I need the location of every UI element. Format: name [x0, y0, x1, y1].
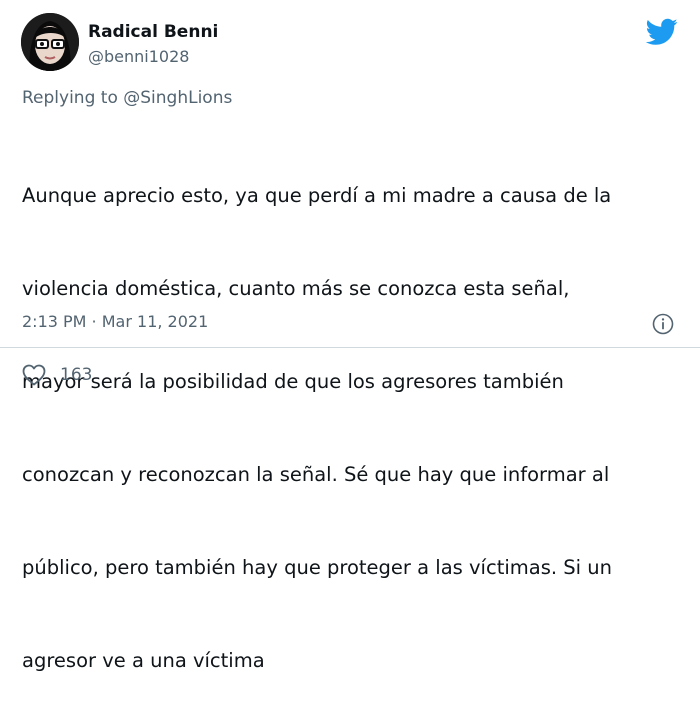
- author-handle[interactable]: @benni1028: [88, 47, 189, 66]
- heart-icon: [22, 364, 46, 386]
- tweet-line: violencia doméstica, cuanto más se conoz…: [22, 277, 570, 300]
- author-name[interactable]: Radical Benni: [88, 22, 218, 42]
- tweet-date: Mar 11, 2021: [101, 312, 209, 331]
- like-count: 163: [60, 365, 93, 385]
- tweet-line: mayor será la posibilidad de que los agr…: [22, 370, 564, 393]
- twitter-bird-icon[interactable]: [645, 18, 678, 46]
- reply-prefix: Replying to: [22, 88, 124, 108]
- tweet-text: Aunque aprecio esto, ya que perdí a mi m…: [22, 118, 694, 707]
- meta-separator: ·: [86, 312, 102, 331]
- replying-to: Replying to @SinghLions: [22, 88, 232, 108]
- reply-to-link[interactable]: @SinghLions: [123, 88, 232, 108]
- avatar[interactable]: [21, 13, 79, 71]
- tweet-timestamp[interactable]: 2:13 PM · Mar 11, 2021: [22, 312, 208, 331]
- tweet-time: 2:13 PM: [22, 312, 87, 331]
- info-icon[interactable]: [652, 313, 674, 335]
- like-button[interactable]: 163: [22, 364, 92, 386]
- tweet-line: Aunque aprecio esto, ya que perdí a mi m…: [22, 184, 612, 207]
- divider: [0, 347, 700, 348]
- tweet-line: agresor ve a una víctima: [22, 649, 265, 672]
- tweet-line: conozcan y reconozcan la señal. Sé que h…: [22, 463, 610, 486]
- tweet-line: público, pero también hay que proteger a…: [22, 556, 612, 579]
